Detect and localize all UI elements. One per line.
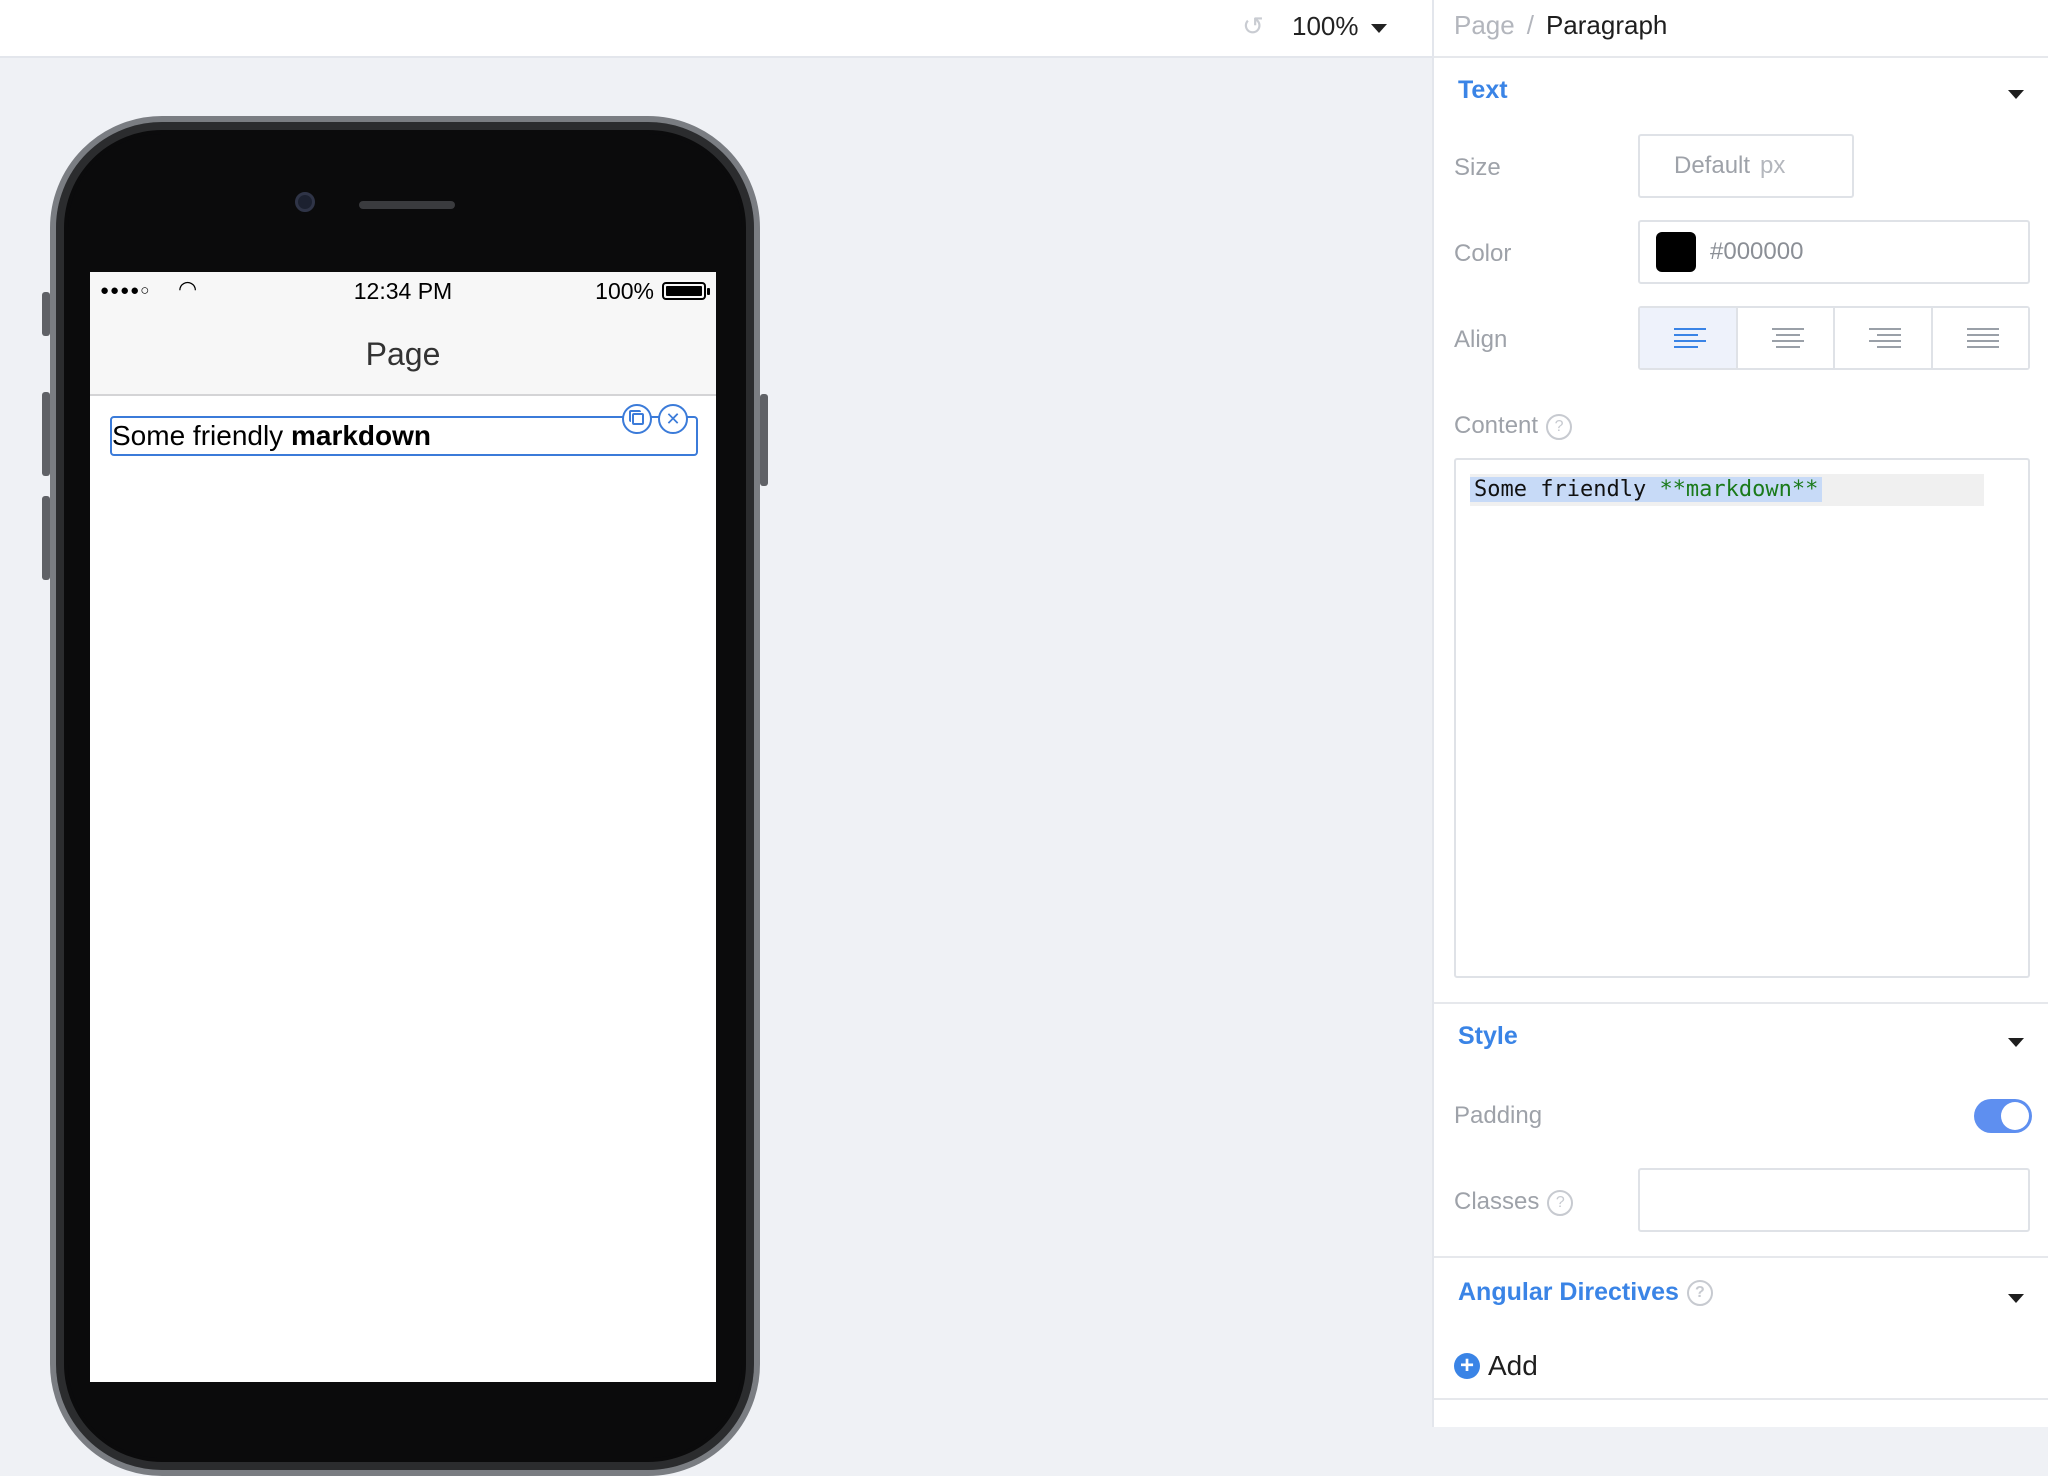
device-screen: ●●●●○ ◠ 12:34 PM 100% Page Some friendly… (90, 272, 716, 1382)
close-icon[interactable]: ✕ (658, 404, 688, 434)
classes-label: Classes (1454, 1188, 1540, 1215)
battery-fill (666, 286, 702, 296)
add-directive-button[interactable]: + Add (1454, 1350, 1538, 1382)
paragraph-component-selected[interactable]: Some friendly markdown ✕ (110, 404, 698, 456)
volume-down-button (42, 496, 50, 580)
divider (1434, 1256, 2048, 1258)
color-value: #000000 (1710, 238, 1804, 265)
breadcrumb-separator: / (1526, 10, 1534, 40)
divider (1434, 1002, 2048, 1004)
breadcrumb-page-link[interactable]: Page (1454, 10, 1515, 40)
ios-status-bar: ●●●●○ ◠ 12:34 PM 100% (90, 272, 716, 312)
align-center-button[interactable] (1737, 308, 1835, 368)
paragraph-text: Some friendly (112, 420, 291, 451)
mute-switch (42, 292, 50, 336)
align-button-group (1638, 306, 2030, 370)
content-plain-text: Some friendly (1474, 477, 1660, 502)
paragraph-bold-text: markdown (290, 420, 431, 451)
chevron-down-icon[interactable] (2008, 1294, 2024, 1303)
battery-icon (662, 282, 710, 300)
inspector-panel: Page / Paragraph Text Size Default px Color… (1432, 0, 2048, 1427)
help-icon[interactable]: ? (1686, 1280, 1713, 1307)
chevron-down-icon[interactable] (2008, 1038, 2024, 1047)
padding-toggle[interactable] (1974, 1099, 2032, 1133)
style-section-header[interactable]: Style (1458, 1022, 1518, 1051)
size-input[interactable]: Default px (1638, 134, 1854, 198)
directives-section-header: Angular Directives (1458, 1278, 1679, 1306)
chevron-down-icon (1370, 23, 1387, 33)
toggle-knob (2001, 1102, 2029, 1130)
content-label: Content (1454, 412, 1539, 439)
padding-label: Padding (1454, 1102, 1543, 1129)
size-label: Size (1454, 154, 1501, 181)
align-right-icon (1869, 328, 1901, 352)
canvas-toolbar: ↺ 100% (0, 0, 1432, 58)
breadcrumb-current: Paragraph (1545, 10, 1668, 40)
content-label-row: Content? (1454, 412, 1573, 440)
duplicate-icon[interactable] (622, 404, 652, 434)
help-icon[interactable]: ? (1546, 413, 1573, 440)
align-justify-button[interactable] (1932, 308, 2028, 368)
zoom-dropdown[interactable]: 100% (1292, 10, 1387, 42)
classes-input[interactable] (1638, 1168, 2030, 1232)
text-section-header[interactable]: Text (1458, 76, 1508, 105)
editor-line: Some friendly **markdown** (1470, 474, 1984, 506)
breadcrumb: Page / Paragraph (1454, 8, 1667, 48)
zoom-value: 100% (1292, 10, 1359, 41)
align-label: Align (1454, 326, 1508, 353)
classes-label-row: Classes? (1454, 1188, 1574, 1216)
color-label: Color (1454, 240, 1512, 267)
camera-icon (295, 192, 315, 212)
page-title: Page (365, 336, 441, 372)
color-swatch[interactable] (1656, 232, 1696, 272)
align-center-icon (1771, 328, 1804, 352)
directives-section-header-row[interactable]: Angular Directives? (1458, 1278, 1713, 1307)
page-nav-bar: Page (90, 312, 716, 396)
power-button (760, 394, 768, 486)
align-left-button[interactable] (1640, 308, 1738, 368)
speaker-grille (359, 201, 455, 209)
add-label: Add (1488, 1350, 1538, 1381)
plus-icon: + (1454, 1353, 1480, 1379)
chevron-down-icon[interactable] (2008, 90, 2024, 99)
content-markdown-text: **markdown** (1659, 477, 1819, 502)
align-left-icon (1674, 328, 1706, 352)
undo-icon[interactable]: ↺ (1240, 13, 1266, 39)
content-markdown-editor[interactable]: Some friendly **markdown** (1454, 458, 2030, 978)
color-field[interactable]: #000000 (1638, 220, 2030, 284)
battery-percent: 100% (595, 278, 654, 304)
volume-up-button (42, 392, 50, 476)
align-right-button[interactable] (1835, 308, 1933, 368)
help-icon[interactable]: ? (1547, 1189, 1574, 1216)
divider (1434, 56, 2048, 58)
size-unit: px (1760, 152, 1786, 179)
divider (1434, 1398, 2048, 1400)
editor-selection: Some friendly **markdown** (1470, 477, 1823, 502)
size-placeholder: Default (1674, 152, 1751, 179)
align-justify-icon (1966, 328, 1999, 352)
